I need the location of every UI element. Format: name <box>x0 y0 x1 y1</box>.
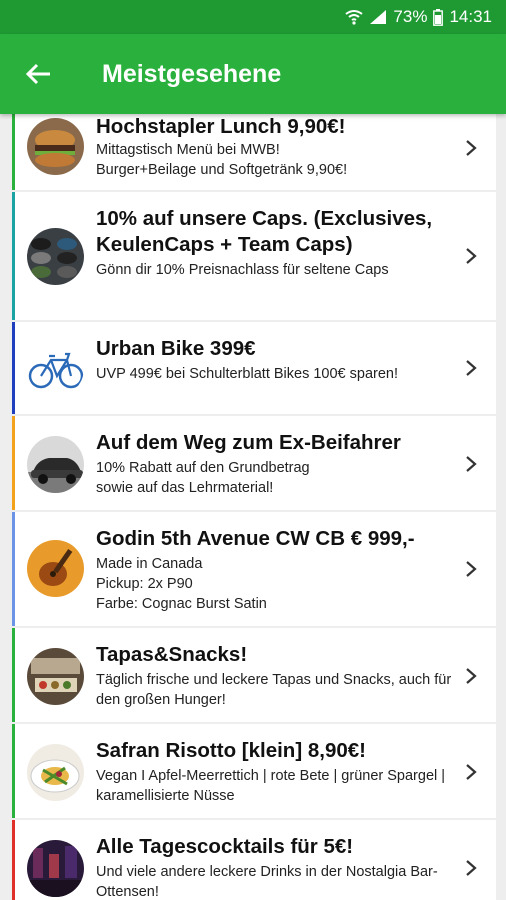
item-title: Urban Bike 399€ <box>96 337 256 360</box>
battery-icon <box>433 8 444 26</box>
list-item[interactable]: Hochstapler Lunch 9,90€! Mittagstisch Me… <box>12 114 496 190</box>
item-description: 10% Rabatt auf den Grundbetrag sowie auf… <box>96 460 310 496</box>
list-item[interactable]: Auf dem Weg zum Ex-Beifahrer 10% Rabatt … <box>12 416 496 510</box>
list-item[interactable]: Safran Risotto [klein] 8,90€! Vegan I Ap… <box>12 724 496 818</box>
tapas-thumbnail <box>27 648 84 705</box>
item-description: Made in Canada Pickup: 2x P90 Farbe: Cog… <box>96 556 267 612</box>
list-item[interactable]: Godin 5th Avenue CW CB € 999,- Made in C… <box>12 512 496 626</box>
chevron-right-icon <box>466 668 477 684</box>
chevron-right-icon <box>466 360 477 376</box>
status-bar: 73% 14:31 <box>0 0 506 34</box>
item-description: Mittagstisch Menü bei MWB! Burger+Beilag… <box>96 142 348 178</box>
burger-thumbnail <box>27 118 84 175</box>
list-item[interactable]: 10% auf unsere Caps. (Exclusives, Keulen… <box>12 192 496 320</box>
chevron-right-icon <box>466 456 477 472</box>
item-title: Alle Tagescocktails für 5€! <box>96 835 354 858</box>
wifi-icon <box>345 9 364 25</box>
item-title: Hochstapler Lunch 9,90€! <box>96 115 346 138</box>
car-thumbnail <box>27 436 84 493</box>
back-button[interactable] <box>0 34 78 114</box>
item-title: Tapas&Snacks! <box>96 643 248 666</box>
chevron-right-icon <box>466 248 477 264</box>
item-title: 10% auf unsere Caps. (Exclusives, Keulen… <box>96 207 433 256</box>
back-arrow-icon <box>26 63 50 85</box>
chevron-right-icon <box>466 860 477 876</box>
bar-thumbnail <box>27 840 84 897</box>
chevron-right-icon <box>466 140 477 156</box>
item-description: Vegan I Apfel-Meerrettich | rote Bete | … <box>96 768 446 804</box>
list-item[interactable]: Urban Bike 399€ UVP 499€ bei Schulterbla… <box>12 322 496 414</box>
caps-thumbnail <box>27 228 84 285</box>
item-title: Godin 5th Avenue CW CB € 999,- <box>96 527 415 550</box>
bike-thumbnail <box>27 340 84 397</box>
item-title: Auf dem Weg zum Ex-Beifahrer <box>96 431 401 454</box>
app-bar: Meistgesehene <box>0 34 506 114</box>
item-description: UVP 499€ bei Schulterblatt Bikes 100€ sp… <box>96 366 399 382</box>
item-description: Täglich frische und leckere Tapas und Sn… <box>96 672 452 708</box>
page-title: Meistgesehene <box>102 59 282 88</box>
guitar-thumbnail <box>27 540 84 597</box>
chevron-right-icon <box>466 764 477 780</box>
signal-icon <box>369 9 387 25</box>
offer-list[interactable]: Hochstapler Lunch 9,90€! Mittagstisch Me… <box>0 114 506 900</box>
battery-percent: 73% <box>393 7 428 26</box>
item-title: Safran Risotto [klein] 8,90€! <box>96 739 366 762</box>
list-item[interactable]: Tapas&Snacks! Täglich frische und lecker… <box>12 628 496 722</box>
chevron-right-icon <box>466 561 477 577</box>
item-description: Gönn dir 10% Preisnachlass für seltene C… <box>96 262 389 278</box>
clock: 14:31 <box>449 7 492 26</box>
risotto-thumbnail <box>27 744 84 801</box>
item-description: Und viele andere leckere Drinks in der N… <box>96 864 438 900</box>
list-item[interactable]: Alle Tagescocktails für 5€! Und viele an… <box>12 820 496 900</box>
